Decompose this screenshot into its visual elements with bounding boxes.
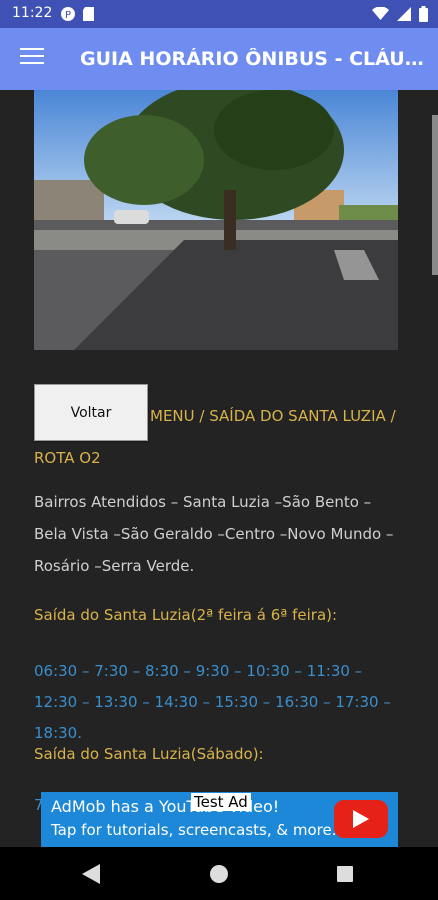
signal-icon [397,7,411,21]
status-bar: 11:22 P [0,0,438,28]
breadcrumb-separator: / [199,407,205,425]
sd-card-icon [83,7,94,21]
street-photo [34,90,398,350]
app-title: GUIA HORÁRIO ÔNIBUS - CLÁUDIO [80,48,425,70]
breadcrumb-rota-current: ROTA O2 [34,449,101,467]
webview-content[interactable]: Voltar MENU / SAÍDA DO SANTA LUZIA / ROT… [0,90,438,847]
breadcrumb-saida-link[interactable]: SAÍDA DO SANTA LUZIA [209,407,386,425]
status-left-icons: P [60,6,95,22]
bairros-atendidos-text: Bairros Atendidos – Santa Luzia –São Ben… [34,493,394,575]
status-time: 11:22 [12,5,53,21]
hamburger-menu-icon[interactable] [20,48,44,66]
breadcrumb-separator: / [390,407,396,425]
scrollbar[interactable] [432,115,438,275]
ad-line-2: Tap for tutorials, screencasts, & more. [51,821,337,839]
notification-app-icon: P [61,7,75,21]
weekday-times: 06:30 – 7:30 – 8:30 – 9:30 – 10:30 – 11:… [34,662,391,742]
app-bar: GUIA HORÁRIO ÔNIBUS - CLÁUDIO [0,28,438,90]
saturday-heading: Saída do Santa Luzia(Sábado): [34,745,264,763]
status-right-icons [372,6,428,22]
test-ad-label: Test Ad [191,793,251,811]
recents-icon[interactable] [337,866,353,882]
system-nav-bar [0,847,438,900]
admob-banner[interactable]: AdMob has a YouTube video! Tap for tutor… [41,792,398,847]
youtube-play-icon[interactable] [334,800,388,838]
home-icon[interactable] [209,864,229,884]
battery-icon [419,6,428,22]
svg-text:P: P [65,10,71,21]
weekday-heading: Saída do Santa Luzia(2ª feira á 6ª feira… [34,606,338,624]
breadcrumb: MENU / SAÍDA DO SANTA LUZIA / ROTA O2 [34,395,404,479]
wifi-icon [372,7,389,20]
breadcrumb-menu-link[interactable]: MENU [150,407,195,425]
back-icon[interactable] [82,864,100,884]
